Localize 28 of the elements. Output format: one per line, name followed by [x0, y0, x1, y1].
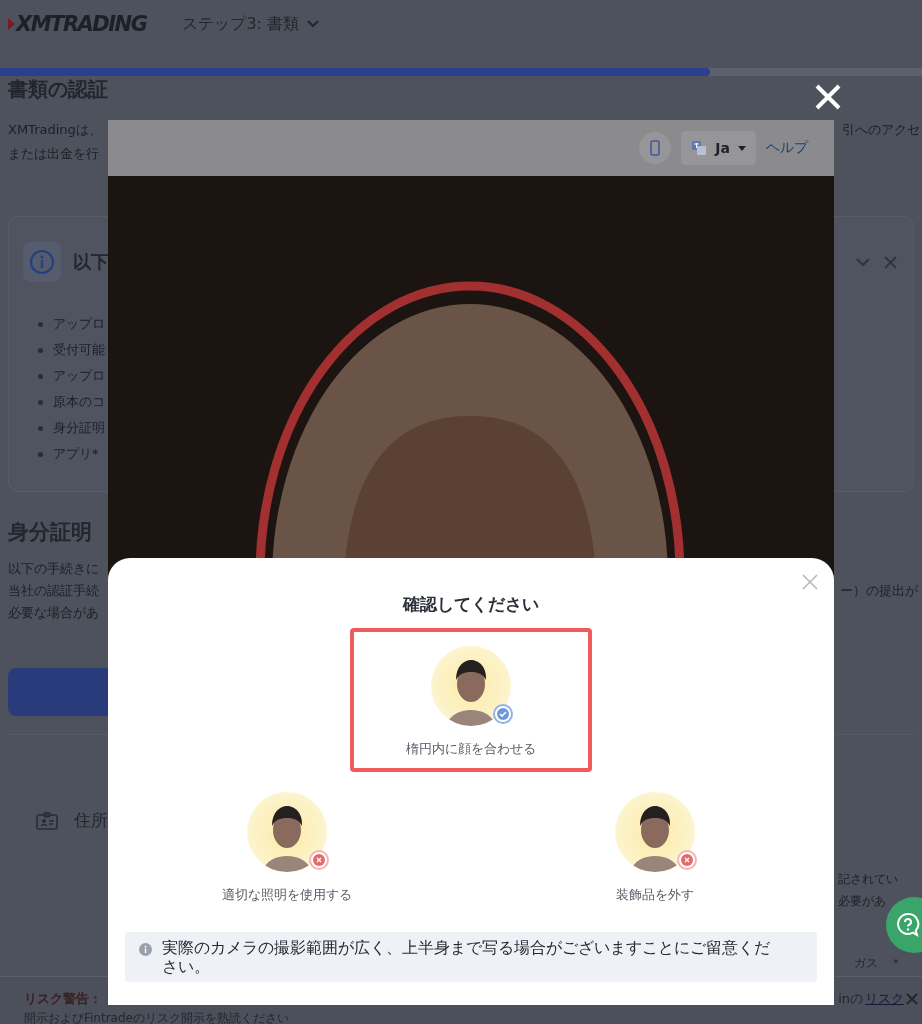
- question-bubble-icon: [896, 912, 920, 938]
- close-icon[interactable]: [884, 255, 897, 269]
- modal-title: 確認してください: [403, 593, 539, 616]
- id-card-icon: [36, 811, 58, 830]
- bullet-icon: [38, 321, 43, 327]
- info-icon: [23, 242, 61, 282]
- primary-button[interactable]: [8, 668, 108, 716]
- help-link[interactable]: ヘルプ: [766, 139, 808, 157]
- chevron-down-icon[interactable]: [856, 257, 870, 267]
- risk-warning-label: リスク警告：: [24, 991, 102, 1007]
- option-label: 装飾品を外す: [616, 886, 694, 904]
- bullet-icon: [38, 399, 43, 405]
- bullet-icon: [38, 425, 43, 431]
- translate-icon: [691, 140, 708, 156]
- chevron-down-icon: [307, 20, 320, 28]
- language-dropdown[interactable]: Ja: [681, 131, 756, 165]
- option-label: 楕円内に顔を合わせる: [406, 740, 536, 758]
- info-icon: [139, 943, 152, 956]
- note-text: 実際のカメラの撮影範囲が広く、上半身まで写る場合がございますことにご留意ください。: [162, 938, 771, 976]
- phone-button[interactable]: [639, 132, 672, 164]
- bullet-icon: [38, 373, 43, 379]
- text-fragment: XMTradingは、: [8, 121, 102, 139]
- bullet-icon: [38, 451, 43, 457]
- bullet-icon: [38, 347, 43, 353]
- option-label: 適切な照明を使用する: [222, 886, 352, 904]
- caret-icon: [738, 145, 746, 151]
- phone-icon: [650, 140, 661, 156]
- logo-mark-icon: [8, 18, 15, 30]
